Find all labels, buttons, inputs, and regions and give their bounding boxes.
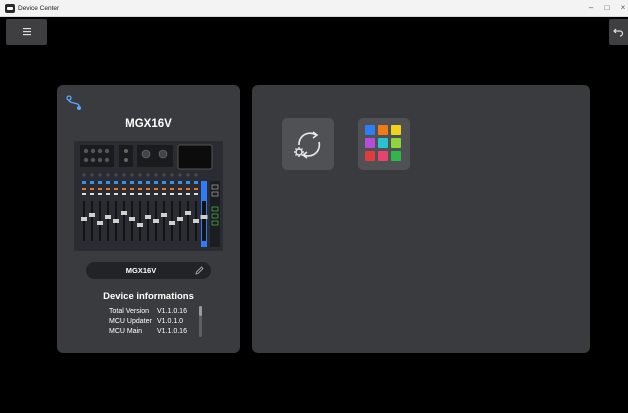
- app-square-icon: [365, 151, 375, 161]
- app-square-icon: [391, 151, 401, 161]
- tools-panel: [252, 85, 590, 353]
- menu-button[interactable]: [6, 19, 47, 45]
- device-image: [74, 141, 223, 251]
- app-square-icon: [378, 125, 388, 135]
- app-grid-icon: [365, 125, 403, 163]
- scrollbar-thumb[interactable]: [199, 306, 202, 316]
- connection-icon: [66, 95, 81, 110]
- device-info-list: Total Version V1.1.0.16 MCU Updater V1.0.1…: [109, 307, 209, 337]
- info-scrollbar[interactable]: [199, 306, 202, 337]
- app-square-icon: [365, 138, 375, 148]
- back-button[interactable]: [609, 19, 628, 45]
- sync-gear-icon: [294, 131, 321, 159]
- hamburger-menu-icon: [23, 28, 31, 36]
- app-square-icon: [391, 125, 401, 135]
- title-bar: Device Center – □ ×: [0, 0, 628, 17]
- info-label: MCU Main: [109, 328, 143, 335]
- info-row: MCU Main V1.1.0.16: [109, 327, 209, 337]
- apps-button[interactable]: [358, 118, 410, 170]
- app-square-icon: [365, 125, 375, 135]
- device-name-text: MGX16V: [125, 266, 157, 275]
- info-label: MCU Updater: [109, 318, 152, 325]
- app-square-icon: [391, 138, 401, 148]
- info-label: Total Version: [109, 308, 150, 315]
- app-icon: [5, 4, 15, 13]
- pencil-icon[interactable]: [194, 265, 205, 276]
- device-model-title: MGX16V: [125, 118, 172, 130]
- info-value: V1.0.1.0: [157, 318, 184, 325]
- app-square-icon: [378, 151, 388, 161]
- device-name-field[interactable]: MGX16V: [86, 262, 211, 279]
- info-row: Total Version V1.1.0.16: [109, 307, 209, 317]
- info-value: V1.1.0.16: [157, 308, 187, 315]
- app-square-icon: [378, 138, 388, 148]
- device-info-title: Device informations: [103, 291, 194, 302]
- firmware-update-button[interactable]: [282, 118, 334, 170]
- device-card: MGX16V MGX16V Device informations Total …: [57, 85, 240, 353]
- info-row: MCU Updater V1.0.1.0: [109, 317, 209, 327]
- info-value: V1.1.0.16: [157, 328, 187, 335]
- back-arrow-icon: [613, 28, 624, 37]
- close-button[interactable]: ×: [612, 0, 628, 16]
- window-title: Device Center: [18, 5, 60, 12]
